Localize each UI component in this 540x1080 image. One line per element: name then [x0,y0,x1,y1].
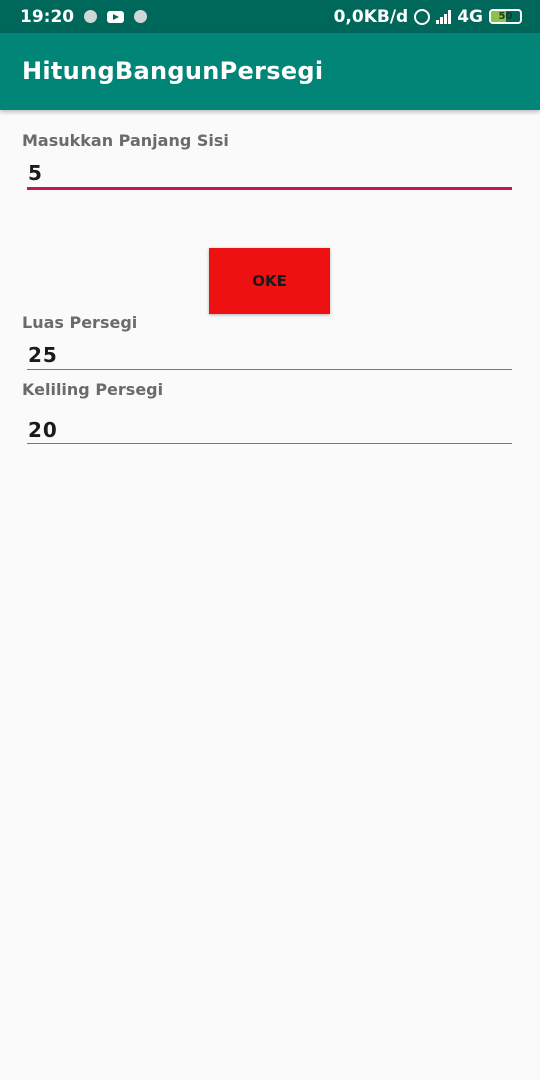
battery-icon: 50 [489,9,522,24]
battery-percent: 50 [498,11,513,22]
app-title: HitungBangunPersegi [22,57,324,85]
network-speed: 0,0KB/d [333,6,409,27]
status-bar-left: 19:20 [20,7,157,27]
status-bar: 19:20 0,0KB/d 4G 50 [0,0,540,33]
perimeter-field-underline [27,443,512,444]
circle-notification-icon [84,10,98,23]
area-field-underline [27,369,512,370]
perimeter-label: Keliling Persegi [22,380,164,399]
clock: 19:20 [20,6,75,27]
alarm-icon [414,8,431,25]
youtube-icon [107,10,125,23]
side-length-input-underline [27,187,512,190]
signal-icon [436,9,452,24]
circle-notification-icon [134,10,148,23]
side-length-label: Masukkan Panjang Sisi [22,131,229,150]
status-bar-right: 0,0KB/d 4G 50 [328,7,522,27]
area-label: Luas Persegi [22,313,138,332]
area-value-field[interactable]: 25 [27,343,512,367]
app-bar: HitungBangunPersegi [0,33,540,110]
network-type: 4G [457,6,483,27]
perimeter-value-field[interactable]: 20 [27,418,512,442]
side-length-input[interactable]: 5 [27,161,512,185]
oke-button[interactable]: OKE [209,248,330,314]
